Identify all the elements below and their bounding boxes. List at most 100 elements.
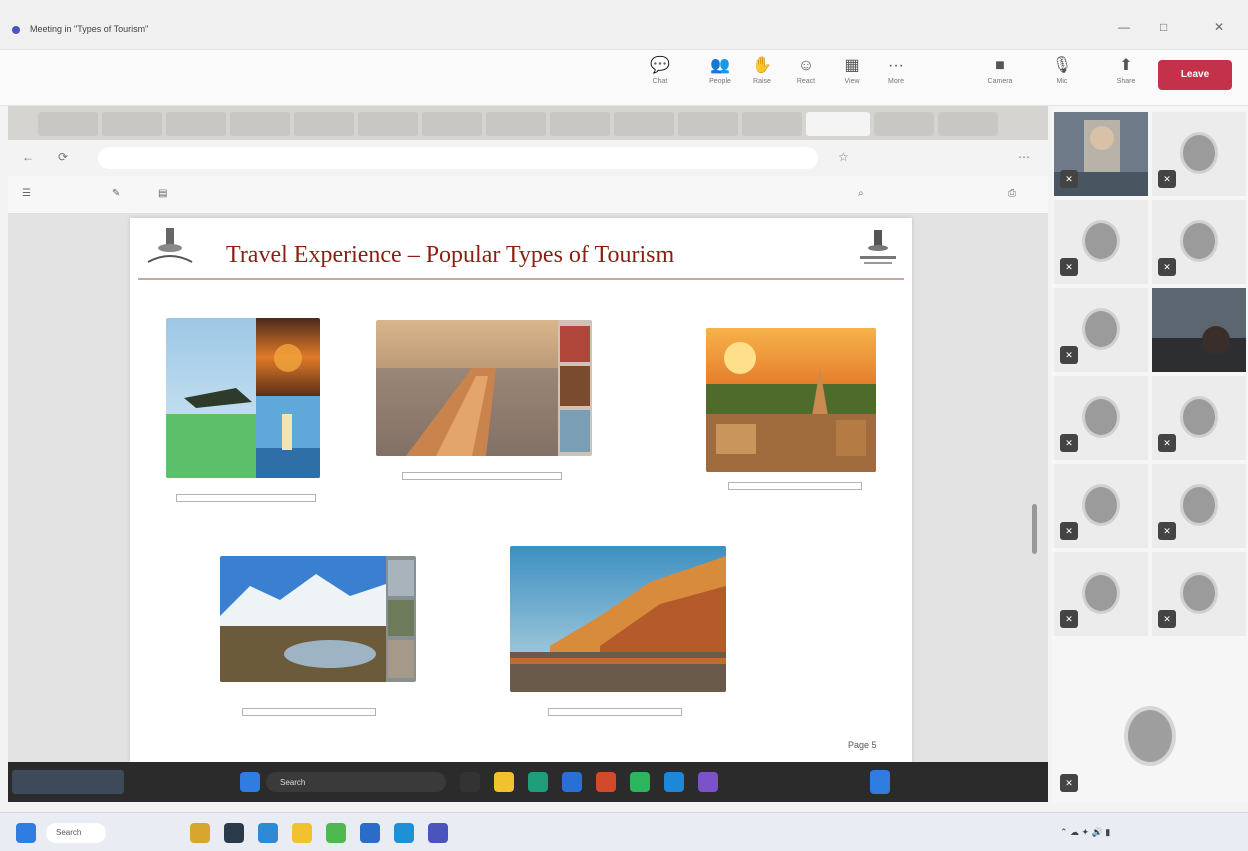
browser-tab[interactable] [166, 112, 226, 136]
address-bar[interactable] [98, 147, 818, 169]
participant-video-tile[interactable]: ✕ [1054, 112, 1148, 196]
people-button[interactable]: 👥 People [700, 54, 740, 100]
browser-tab[interactable] [742, 112, 802, 136]
browser-tab[interactable] [38, 112, 98, 136]
mic-muted-icon: ✕ [1060, 610, 1078, 628]
window-title: Meeting in "Types of Tourism" [30, 24, 149, 34]
raise-hand-button[interactable]: ✋ Raise [742, 54, 782, 100]
file-explorer-icon[interactable] [190, 823, 210, 843]
browser-tab[interactable] [230, 112, 290, 136]
search-icon[interactable]: ⌕ [858, 188, 864, 199]
mic-button[interactable]: 🎙 Mic [1042, 54, 1082, 100]
back-icon[interactable]: ← [22, 150, 34, 164]
more-button[interactable]: ··· More [876, 54, 916, 100]
participant-tile[interactable]: ✕ [1054, 288, 1148, 372]
star-icon[interactable]: ☆ [838, 150, 849, 164]
edge-icon[interactable] [528, 772, 548, 792]
browser-tab-active[interactable] [806, 112, 870, 136]
browser-tab[interactable] [294, 112, 354, 136]
participant-tile[interactable]: ✕ [1054, 464, 1148, 548]
chat-button[interactable]: 💬 Chat [640, 54, 680, 100]
task-view-icon[interactable] [224, 823, 244, 843]
avatar [1082, 572, 1120, 614]
teams-icon[interactable] [698, 772, 718, 792]
avatar [1082, 396, 1120, 438]
taskbar-search-label: Search [56, 828, 82, 837]
browser-menu-icon[interactable]: ⋯ [1018, 150, 1030, 164]
view-icon: ▦ [844, 57, 860, 74]
react-button[interactable]: ☺ React [786, 54, 826, 100]
browser-tab[interactable] [874, 112, 934, 136]
pdf-scrollbar[interactable] [1032, 504, 1037, 554]
caption-2 [402, 472, 562, 480]
maximize-button[interactable]: □ [1160, 20, 1167, 34]
people-icon: 👥 [710, 57, 730, 74]
mic-muted-icon: ✕ [1158, 170, 1176, 188]
participant-video-tile[interactable] [1152, 288, 1246, 372]
participant-tile[interactable]: ✕ [1054, 552, 1148, 636]
browser-tab[interactable] [550, 112, 610, 136]
self-mic-muted-icon: ✕ [1060, 774, 1078, 792]
avatar [1180, 132, 1218, 174]
draw-icon[interactable]: ✎ [112, 188, 120, 199]
photo-mountain-lake [220, 556, 416, 682]
folder-icon[interactable] [292, 823, 312, 843]
teams-icon[interactable] [428, 823, 448, 843]
start-icon[interactable] [240, 772, 260, 792]
browser-tab[interactable] [422, 112, 482, 136]
avatar [1082, 220, 1120, 262]
participant-tile[interactable]: ✕ [1152, 376, 1246, 460]
share-button[interactable]: ⬆ Share [1106, 54, 1146, 100]
emblem-left-logo [147, 228, 193, 263]
participant-tile[interactable]: ✕ [1152, 464, 1246, 548]
file-explorer-icon[interactable] [494, 772, 514, 792]
contents-icon[interactable]: ☰ [22, 188, 31, 199]
system-tray-icons[interactable]: ⌃ ☁ ✦ 🔊 ▮ [1060, 827, 1110, 838]
close-button[interactable]: ✕ [1214, 20, 1224, 34]
avatar [1180, 220, 1218, 262]
browser-tab[interactable] [938, 112, 998, 136]
caption-5 [548, 708, 682, 716]
chrome-icon[interactable] [326, 823, 346, 843]
avatar [1082, 484, 1120, 526]
browser-tab[interactable] [358, 112, 418, 136]
outlook-icon[interactable] [664, 772, 684, 792]
camera-button[interactable]: ■ Camera [980, 54, 1020, 100]
presenter-search-box[interactable]: Search [266, 772, 446, 792]
avatar [1082, 308, 1120, 350]
app-icon[interactable] [596, 772, 616, 792]
react-label: React [796, 78, 816, 85]
participant-tile[interactable]: ✕ [1152, 552, 1246, 636]
caption-4 [242, 708, 376, 716]
presenter-taskbar: Search [8, 762, 1048, 802]
raise-hand-icon: ✋ [752, 57, 772, 74]
outlook-icon[interactable] [394, 823, 414, 843]
participant-tile[interactable]: ✕ [1152, 112, 1246, 196]
participant-tile[interactable]: ✕ [1054, 200, 1148, 284]
task-view-icon[interactable] [460, 772, 480, 792]
browser-tab[interactable] [678, 112, 738, 136]
chat-label: Chat [652, 78, 668, 85]
presenter-tray-icon[interactable] [870, 770, 890, 794]
leave-button[interactable]: Leave [1158, 60, 1232, 90]
mic-muted-icon: ✕ [1060, 170, 1078, 188]
browser-tab[interactable] [102, 112, 162, 136]
mic-muted-icon: ✕ [1158, 522, 1176, 540]
store-icon[interactable] [562, 772, 582, 792]
minimize-button[interactable]: — [1118, 20, 1130, 34]
start-icon[interactable] [16, 823, 36, 843]
participant-tile[interactable]: ✕ [1152, 200, 1246, 284]
share-label: Share [1116, 78, 1136, 85]
highlight-icon[interactable]: ▤ [158, 188, 167, 199]
edge-icon[interactable] [258, 823, 278, 843]
taskbar-search[interactable]: Search [46, 823, 106, 843]
browser-tab[interactable] [486, 112, 546, 136]
refresh-icon[interactable]: ⟳ [58, 150, 68, 164]
save-icon[interactable]: ⎙ [1008, 188, 1016, 199]
view-button[interactable]: ▦ View [832, 54, 872, 100]
store-icon[interactable] [360, 823, 380, 843]
chrome-icon[interactable] [630, 772, 650, 792]
participant-tile[interactable]: ✕ [1054, 376, 1148, 460]
browser-tab[interactable] [614, 112, 674, 136]
slide-page-number: Page 5 [848, 740, 877, 750]
